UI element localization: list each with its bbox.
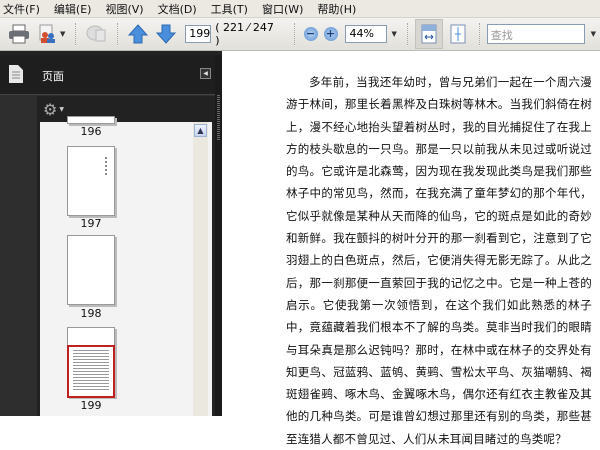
find-input[interactable]: 查找 [486,24,585,44]
find-dropdown-chevron-icon[interactable]: ▼ [591,30,596,38]
pages-icon [9,65,23,83]
fit-width-button[interactable] [414,19,443,49]
pages-panel: 页面 ◀ ⚙ ▼ 196 197 198 199 ▲ [0,55,215,416]
toolbar: ▼ 199 ( 221 ⁄ 247 ) − + 44% ▼ 查找 ▼ [0,18,600,51]
comment-button[interactable] [83,21,109,47]
plus-icon: + [323,27,338,41]
fit-page-button[interactable] [445,21,471,47]
page-thumbnail[interactable] [67,235,115,305]
collapse-panel-button[interactable]: ◀ [200,68,211,79]
zoom-dropdown-chevron-icon[interactable]: ▼ [391,30,396,38]
splitter-grip[interactable] [217,95,220,140]
thumbnail-label: 198 [80,307,102,320]
document-view[interactable]: 多年前，当我还年幼时，曾与兄弟们一起在一个周六漫游于林间，那里长着黑桦及白珠树等… [222,55,600,446]
separator [293,23,296,45]
menu-window[interactable]: 窗口(W) [262,1,303,17]
options-row: ⚙ ▼ [37,96,215,122]
menu-edit[interactable]: 编辑(E) [54,1,92,17]
thumbnail-scrollbar[interactable]: ▲ [193,122,208,416]
page-thumbnail[interactable] [67,116,115,124]
thumbnail-label: 196 [80,125,102,138]
chevron-down-icon[interactable]: ▼ [60,30,65,38]
page-thumbnail[interactable] [67,146,115,216]
scroll-up-icon[interactable]: ▲ [194,124,207,137]
arrow-up-icon [128,24,149,44]
separator [75,23,77,45]
menu-view[interactable]: 视图(V) [105,1,143,17]
users-icon [39,24,55,43]
pages-panel-title: 页面 [42,70,64,83]
previous-page-button[interactable] [125,21,151,47]
document-paragraph: 多年前，当我还年幼时，曾与兄弟们一起在一个周六漫游于林间，那里长着黑桦及白珠树等… [286,75,592,446]
menu-bar: 文件(F) 编辑(E) 视图(V) 文档(D) 工具(T) 窗口(W) 帮助(H… [0,0,600,18]
page-number-input[interactable]: 199 [185,25,212,43]
menu-help[interactable]: 帮助(H) [317,1,356,17]
thumbnail-label: 199 [80,399,102,412]
next-page-button[interactable] [153,21,179,47]
gear-icon[interactable]: ⚙ [43,100,57,119]
separator [478,23,481,45]
zoom-input[interactable]: 44% [345,25,388,43]
menu-file[interactable]: 文件(F) [3,1,40,17]
fit-page-icon [450,24,466,44]
menu-tools[interactable]: 工具(T) [211,1,248,17]
print-button[interactable] [6,21,32,47]
page-count: ( 221 ⁄ 247 ) [215,21,274,47]
chevron-down-icon[interactable]: ▼ [59,106,64,113]
arrow-down-icon [156,24,177,44]
pages-panel-header: 页面 ◀ [0,55,215,95]
page-thumbnail-current[interactable] [67,327,115,398]
thumbnail-label: 197 [80,217,102,230]
thumbnails-area: ⚙ ▼ 196 197 198 199 ▲ [37,96,215,416]
zoom-in-button[interactable]: + [322,21,340,47]
comment-icon [86,25,106,42]
separator [117,23,119,45]
separator [406,23,409,45]
thumbnail-list: 196 197 198 199 ▲ [40,116,212,416]
fit-width-icon [421,24,437,44]
zoom-out-button[interactable]: − [302,21,320,47]
collaborate-button[interactable] [34,21,60,47]
printer-icon [8,24,29,44]
minus-icon: − [303,27,318,41]
menu-document[interactable]: 文档(D) [158,1,197,17]
